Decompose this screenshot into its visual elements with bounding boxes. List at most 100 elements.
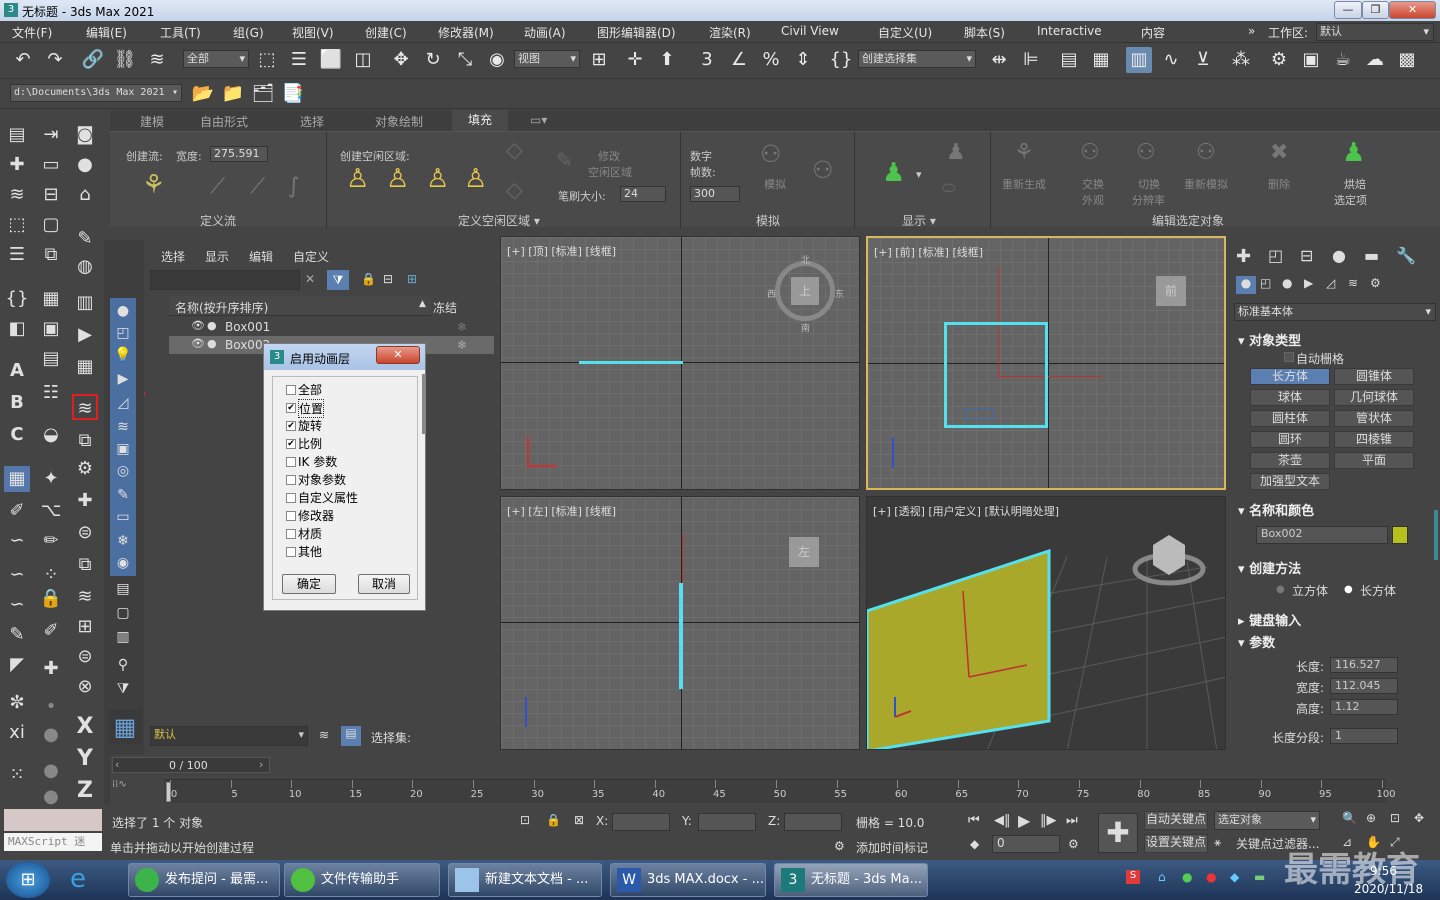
go-to-end-icon[interactable]: ⏭	[1066, 813, 1078, 828]
time-slider-thumb[interactable]	[166, 782, 171, 802]
selected-box-top-view[interactable]	[579, 361, 683, 364]
idle-area3-icon[interactable]: ♙	[426, 164, 449, 194]
gear-layers-icon[interactable]: ⚙	[72, 456, 98, 482]
display-dropdown-icon[interactable]: ▾	[916, 168, 922, 181]
display-containers-icon[interactable]: ▭	[110, 504, 136, 530]
pen-icon[interactable]: ✎	[4, 622, 30, 648]
container-icon[interactable]: ◧	[4, 316, 30, 342]
scene-name-header[interactable]: 名称(按升序排序) ▲	[169, 296, 431, 316]
idle-shape-icon[interactable]: ◇	[506, 138, 523, 163]
viewport-front-label[interactable]: [+] [前] [标准] [线框]	[874, 244, 983, 260]
torus-button[interactable]: 圆环	[1250, 431, 1330, 448]
hierarchy-view-icon[interactable]: ⊟	[383, 272, 393, 286]
light-icon[interactable]: ●	[72, 152, 98, 178]
idle-shape2-icon[interactable]: ◇	[506, 178, 523, 203]
display-icon[interactable]: ▭	[38, 152, 64, 178]
viewport-layout-icon[interactable]: ▦	[108, 710, 142, 744]
brush-icon[interactable]: ✐	[4, 498, 30, 524]
render-dot-icon[interactable]: ●	[207, 319, 217, 332]
time-tag-icon[interactable]: ⚙	[834, 839, 845, 853]
sphere-icon[interactable]: ◍	[72, 254, 98, 280]
shapes-icon[interactable]: ◰	[1260, 276, 1271, 290]
flow-width-input[interactable]: 275.591	[210, 146, 268, 162]
snaps-toggle-icon[interactable]: 3	[694, 47, 720, 73]
wand-icon[interactable]: ✎	[72, 226, 98, 252]
scene-search-input[interactable]	[150, 270, 300, 290]
cylinder-button[interactable]: 圆柱体	[1250, 410, 1330, 427]
layers2-icon[interactable]: ⧉	[72, 428, 98, 454]
scene-menu-edit[interactable]: 编辑	[249, 248, 273, 265]
checkbox-modifiers[interactable]	[286, 511, 296, 521]
percent-snap-icon[interactable]: %	[758, 47, 784, 73]
stack-icon[interactable]: ☰	[4, 242, 30, 268]
box-radio[interactable]: ●	[1344, 584, 1353, 595]
list-icon[interactable]: ☷	[38, 380, 64, 406]
tray-gpu-icon[interactable]: ▬	[1254, 870, 1265, 884]
ie-icon[interactable]: e	[70, 864, 86, 894]
flow-curve-icon[interactable]: ∫	[288, 174, 299, 199]
play-animation-icon[interactable]: ▶	[1018, 811, 1030, 830]
display-helpers-icon[interactable]: ◿	[110, 390, 136, 416]
rollout-parameters[interactable]: ▾ 参数	[1238, 632, 1275, 651]
render-setup-icon[interactable]: ⚙	[1266, 47, 1292, 73]
tab-freeform[interactable]: 自由形式	[200, 113, 248, 130]
pyramid-button[interactable]: 四棱锥	[1334, 431, 1414, 448]
modify-tab-icon[interactable]: ◰	[1268, 246, 1283, 265]
animation-layers-icon[interactable]: ≋	[72, 394, 98, 420]
project-save-icon[interactable]: 🗂	[250, 81, 276, 107]
project-path-select[interactable]: d:\Documents\3ds Max 2021 ▾	[10, 84, 182, 102]
project-folder-icon[interactable]: 📂	[190, 81, 216, 107]
flow-segment-icon[interactable]: ⟋	[210, 174, 225, 199]
task-wechat[interactable]: 文件传输助手	[284, 863, 440, 897]
display-footer[interactable]: 显示 ▾	[902, 212, 936, 229]
tray-s-icon[interactable]: S	[1126, 870, 1140, 884]
display-tab-icon[interactable]: ▬	[1364, 246, 1379, 265]
prev-frame-icon[interactable]: ◀‖	[994, 813, 1011, 828]
xi-icon[interactable]: xi	[4, 720, 30, 746]
viewport-icon[interactable]: ▥	[72, 290, 98, 316]
time-next-icon[interactable]: ›	[259, 758, 263, 771]
project-open-icon[interactable]: 📁	[220, 81, 246, 107]
tray-app-icon[interactable]: ●	[1206, 870, 1216, 884]
lock-icon[interactable]: 🔒	[38, 586, 64, 612]
text-b-icon[interactable]: B	[4, 390, 30, 416]
doc-icon[interactable]: ▤	[38, 346, 64, 372]
spacewarps-icon[interactable]: ≋	[1348, 276, 1358, 290]
menu-graph-editors[interactable]: 图形编辑器(D)	[597, 24, 676, 41]
grid-icon[interactable]: ▦	[38, 286, 64, 312]
add-layer-icon[interactable]: ✚	[72, 488, 98, 514]
create-flow-icon[interactable]: ⚘	[142, 170, 165, 200]
maxscript-listener[interactable]	[4, 809, 102, 831]
menu-scripting[interactable]: 脚本(S)	[964, 24, 1005, 41]
unlink-icon[interactable]: ⛓	[112, 47, 138, 73]
zoom-extents-icon[interactable]: ⊡	[1390, 811, 1400, 825]
viewport-top[interactable]: 上 北 东 南 西 [+] [顶] [标准] [线框]	[500, 236, 860, 490]
selection-filter[interactable]: 全部 ▾	[183, 50, 249, 68]
undo-icon[interactable]: ↶	[10, 47, 36, 73]
go-to-start-icon[interactable]: ⏮	[968, 813, 980, 828]
key-filter-select[interactable]: 选定对象 ▾	[1214, 811, 1320, 830]
next-frame-icon[interactable]: ‖▶	[1040, 813, 1057, 828]
curve2-icon[interactable]: ∽	[4, 562, 30, 588]
absolute-mode-icon[interactable]: ⊠	[574, 813, 584, 827]
mirror-icon[interactable]: ⇹	[986, 47, 1012, 73]
pencil-icon[interactable]: ✐	[38, 618, 64, 644]
flow-segment2-icon[interactable]: ⟋	[250, 174, 265, 199]
menu-edit[interactable]: 编辑(E)	[86, 24, 127, 41]
render-dot-icon[interactable]: ●	[207, 337, 217, 350]
create-tab-icon[interactable]: ✚	[1236, 246, 1251, 267]
modify-idle-icon[interactable]: ✎	[556, 148, 573, 172]
move-icon[interactable]: ✥	[388, 47, 414, 73]
cancel-button[interactable]: 取消	[358, 574, 410, 594]
length-segs-input[interactable]: 1	[1330, 728, 1398, 744]
selected-box-front-view[interactable]	[944, 322, 1048, 428]
hierarchy-tab-icon[interactable]: ⊟	[1300, 246, 1313, 265]
object-name-input[interactable]: Box002	[1256, 526, 1388, 544]
textplus-button[interactable]: 加强型文本	[1250, 473, 1330, 490]
circle-icon[interactable]: ●	[38, 722, 64, 748]
add-time-tag[interactable]: 添加时间标记	[856, 839, 928, 856]
menu-content[interactable]: 内容	[1141, 24, 1165, 41]
viewcube-face[interactable]: 上	[791, 277, 819, 305]
x-coord-input[interactable]	[612, 813, 670, 831]
cone-button[interactable]: 圆锥体	[1334, 368, 1414, 385]
